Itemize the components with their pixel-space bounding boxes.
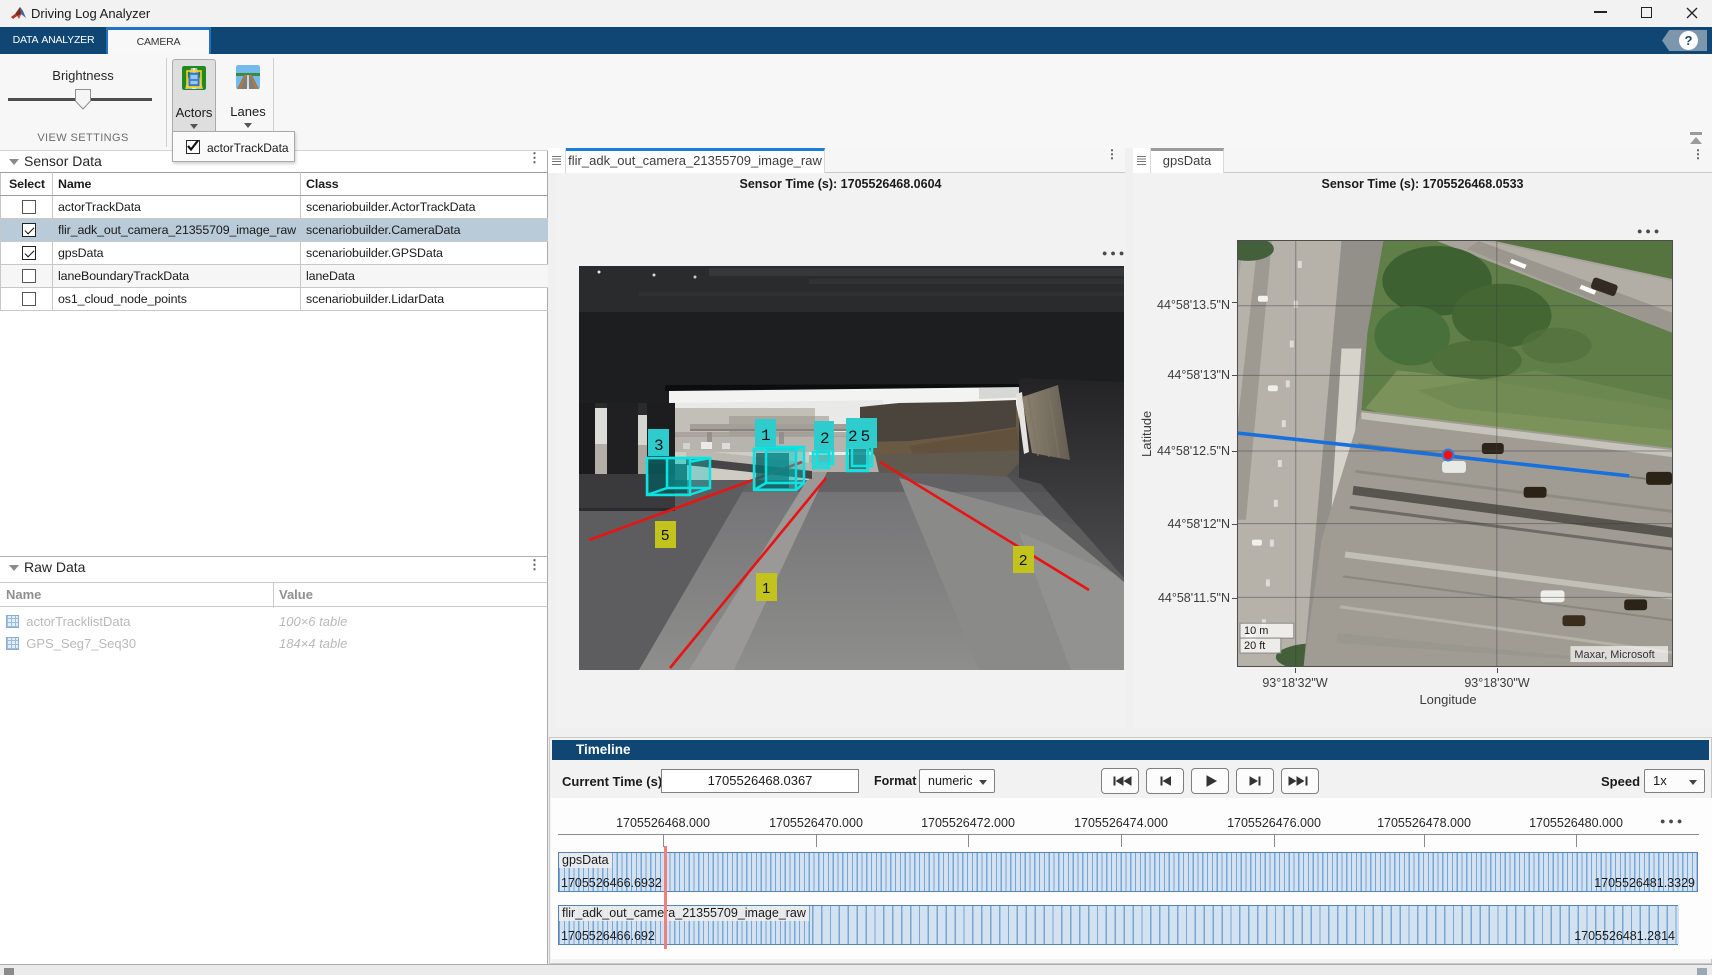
svg-text:25: 25 (848, 428, 873, 446)
svg-text:1: 1 (762, 580, 770, 597)
svg-text:2: 2 (820, 430, 830, 448)
svg-text:5: 5 (661, 527, 669, 544)
svg-text:3: 3 (654, 437, 664, 455)
svg-text:1: 1 (761, 427, 771, 445)
svg-text:2: 2 (1019, 552, 1027, 569)
svg-text:10 m: 10 m (1244, 625, 1268, 637)
svg-text:Maxar, Microsoft: Maxar, Microsoft (1574, 649, 1654, 661)
svg-text:20 ft: 20 ft (1244, 640, 1265, 652)
